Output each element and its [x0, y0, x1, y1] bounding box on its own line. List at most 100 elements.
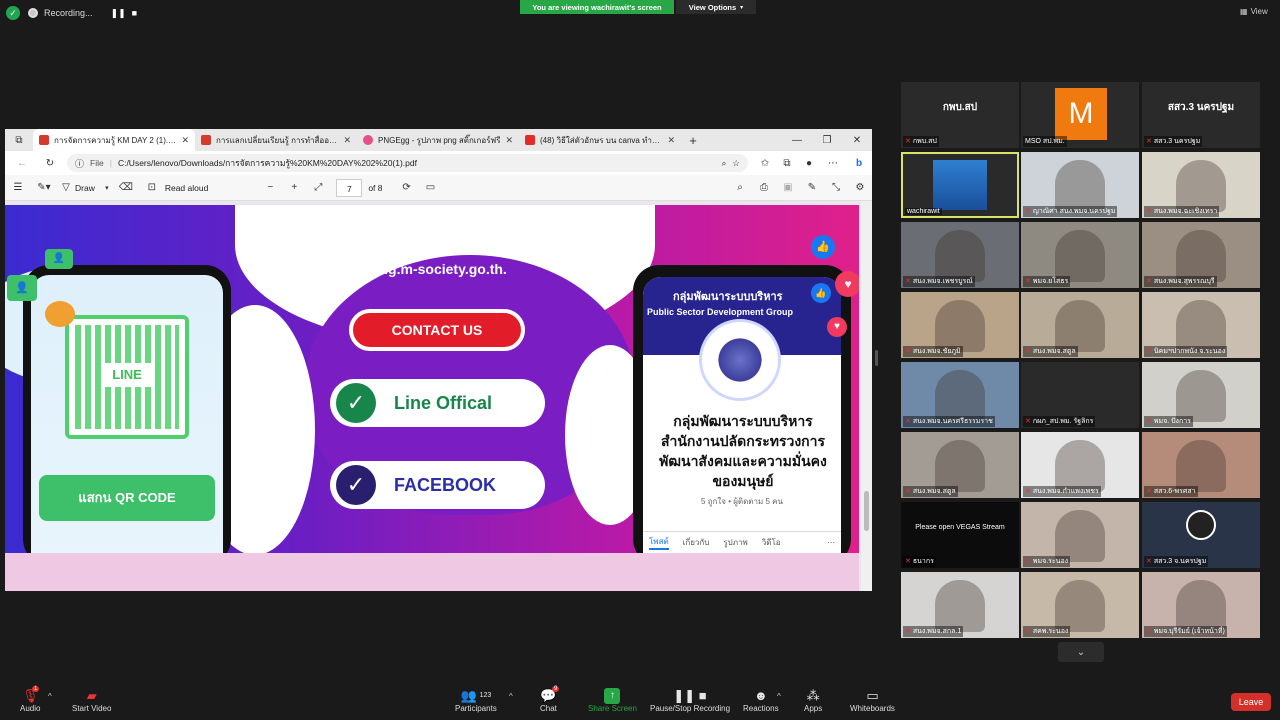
zoom-out-icon[interactable]: − — [258, 182, 282, 193]
close-icon[interactable]: ✕ — [505, 135, 513, 146]
browser-tab-4[interactable]: (48) วิธีใส่ตัวอักษร บน canva ทำยังไง ✕ — [519, 129, 681, 151]
refresh-icon[interactable]: ↻ — [39, 158, 61, 169]
browser-tab-1[interactable]: การจัดการความรู้ KM DAY 2 (1).pdf ✕ — [33, 129, 195, 151]
more-icon[interactable]: ⋯ — [820, 158, 846, 169]
participant-tile[interactable]: ✕ พมจ.บุรีรัมย์ (เจ้าหน้าที่) — [1142, 572, 1260, 638]
participant-tile[interactable]: ✕ สนง.พมจ.ฉะเชิงเทรา — [1142, 152, 1260, 218]
participant-tile[interactable]: ✕ สนง.พมจ.กำแพงเพชร — [1021, 432, 1139, 498]
pdf-viewer[interactable]: กลุ่มพัฒนาระบบบริหาร สป.พม. psdg.m-socie… — [5, 201, 872, 591]
participant-tile[interactable]: ✕ พมจ.ระนอง — [1021, 502, 1139, 568]
fullscreen-icon[interactable]: ⤡ — [824, 182, 848, 193]
browser-tab-3[interactable]: PNGEgg - รูปภาพ png สติ๊กเกอร์ฟรี ✕ — [357, 129, 519, 151]
favorites-icon[interactable]: ✩ — [754, 158, 776, 169]
view-button[interactable]: ▦ View — [1240, 7, 1268, 16]
participant-tile[interactable]: ✕ สนง.พมจ.ชัยภูมิ — [901, 292, 1019, 358]
share-screen-button[interactable]: ↑ Share Screen — [588, 688, 637, 713]
page-number-input[interactable]: 7 — [336, 178, 363, 197]
text-icon[interactable]: ⊡ — [139, 182, 165, 193]
reactions-button[interactable]: ☻ Reactions — [743, 688, 779, 713]
pdf-scrollbar[interactable] — [861, 201, 872, 591]
participant-tile[interactable]: สสว.3 นครปฐม ✕ สสว.3 นครปฐม — [1142, 82, 1260, 148]
favorite-icon[interactable]: ☆ — [732, 158, 740, 169]
muted-mic-icon: ✕ — [905, 418, 911, 425]
participant-tile[interactable]: ✕ ญาณิศา สนง.พมจ.นครปฐม — [1021, 152, 1139, 218]
shield-icon[interactable]: ✓ — [6, 6, 20, 20]
print-icon[interactable]: ⎙ — [752, 182, 776, 193]
participant-tile[interactable]: ✕ สนง.พมจ.สตูล — [1021, 292, 1139, 358]
tab-actions-icon[interactable]: ⧉ — [5, 135, 33, 146]
view-options-button[interactable]: View Options ▾ — [676, 0, 756, 14]
participant-name: ✕ ญาณิศา สนง.พมจ.นครปฐม — [1023, 206, 1118, 217]
participant-tile[interactable]: ✕ สคพ.ระนอง — [1021, 572, 1139, 638]
gallery-more-button[interactable]: ⌄ — [1058, 642, 1104, 662]
participants-button[interactable]: 👥 123 Participants — [455, 688, 497, 713]
leave-button[interactable]: Leave — [1231, 693, 1271, 711]
muted-mic-icon: ✕ — [1146, 208, 1152, 215]
new-tab-icon[interactable]: + — [681, 133, 705, 148]
pause-icon[interactable]: ❚❚ — [111, 8, 126, 19]
save-as-icon[interactable]: ✎ — [800, 182, 824, 193]
read-aloud-label[interactable]: Read aloud — [165, 183, 208, 193]
close-icon[interactable]: ✕ — [343, 135, 351, 146]
audio-button[interactable]: 🎙 1 Audio — [20, 686, 40, 713]
fit-page-icon[interactable]: ⤢ — [306, 182, 330, 193]
close-icon[interactable]: ✕ — [181, 135, 189, 146]
participant-tile[interactable]: กพบ.สป ✕ กพบ.สป — [901, 82, 1019, 148]
stop-icon[interactable]: ■ — [132, 8, 137, 18]
participant-tile[interactable]: Please open VEGAS Stream ✕ ธนากร — [901, 502, 1019, 568]
participant-tile[interactable]: ✕ สนง.พมจ.นครศรีธรรมราช — [901, 362, 1019, 428]
zoom-in-icon[interactable]: + — [282, 182, 306, 193]
start-video-button[interactable]: ▰ Start Video — [72, 688, 111, 713]
maximize-icon[interactable]: ❐ — [812, 135, 842, 146]
draw-icon[interactable]: ▽ — [57, 182, 75, 193]
save-icon[interactable]: ▣ — [776, 182, 800, 193]
chevron-down-icon[interactable]: ▾ — [101, 184, 113, 192]
zoom-icon[interactable]: ⌕ — [722, 158, 727, 169]
collections-icon[interactable]: ⧉ — [776, 158, 798, 169]
highlight-icon[interactable]: ✎▾ — [31, 182, 57, 193]
pause-recording-label: Pause/Stop Recording — [650, 704, 731, 713]
search-icon[interactable]: ⌕ — [728, 182, 752, 193]
chevron-up-icon[interactable]: ^ — [777, 692, 781, 701]
bing-icon[interactable]: b — [846, 158, 872, 169]
participant-tile[interactable]: ✕ สนง.พมจ.สตูล — [901, 432, 1019, 498]
participant-tile[interactable]: ✕ สนง.พมจ.เพชรบูรณ์ — [901, 222, 1019, 288]
split-resize-handle[interactable] — [875, 350, 878, 366]
apps-button[interactable]: ⁂ Apps — [804, 688, 822, 713]
chat-button[interactable]: 💬 9 Chat — [540, 686, 560, 713]
back-icon[interactable]: ← — [5, 158, 39, 169]
participant-tile[interactable]: ✕ พมจ.ยโสธร — [1021, 222, 1139, 288]
rotate-icon[interactable]: ⟳ — [395, 182, 419, 193]
participant-tile[interactable]: wachirawit — [901, 152, 1019, 218]
participant-tile[interactable]: ✕ สสว.6-พรศสา — [1142, 432, 1260, 498]
participant-tile[interactable]: M MSO สป.พม. — [1021, 82, 1139, 148]
participant-name-text: สคพ.ระนอง — [1032, 628, 1069, 635]
facebook-label: FACEBOOK — [394, 475, 497, 495]
url-field[interactable]: ⓘ File | C:/Users/lenovo/Downloads/การจั… — [67, 154, 748, 172]
participant-name-text: สนง.พมจ.สตูล — [912, 488, 956, 495]
participant-tile[interactable]: ✕ สสว.3 จ.นครปฐม — [1142, 502, 1260, 568]
participant-tile[interactable]: ✕ นิคมฯปากพนัง จ.ระนอง — [1142, 292, 1260, 358]
participant-tile[interactable]: ✕ พมจ. ปังการ — [1142, 362, 1260, 428]
settings-icon[interactable]: ⚙ — [848, 182, 872, 193]
pause-recording-button[interactable]: ❚❚ ■ Pause/Stop Recording — [650, 688, 730, 713]
profile-icon[interactable]: ● — [798, 158, 820, 169]
participant-tile[interactable]: ✕ กผภ_สป.พม. รัฐลิกร — [1021, 362, 1139, 428]
draw-label[interactable]: Draw — [75, 183, 95, 193]
chevron-up-icon[interactable]: ^ — [48, 692, 52, 701]
contents-icon[interactable]: ☰ — [5, 182, 31, 193]
chevron-up-icon[interactable]: ^ — [509, 692, 513, 701]
close-icon[interactable]: ✕ — [667, 135, 675, 146]
eraser-icon[interactable]: ⌫ — [113, 182, 139, 193]
whiteboards-button[interactable]: ▭ Whiteboards — [850, 688, 895, 713]
participant-video — [1176, 440, 1226, 492]
scrollbar-thumb[interactable] — [864, 491, 869, 531]
close-window-icon[interactable]: ✕ — [842, 135, 872, 146]
browser-tab-2[interactable]: การแลกเปลี่ยนเรียนรู้ การทำสื่อออนไลน์ ✕ — [195, 129, 357, 151]
shared-screen-browser: ⧉ การจัดการความรู้ KM DAY 2 (1).pdf ✕ กา… — [5, 129, 872, 591]
muted-mic-icon: ✕ — [1025, 208, 1031, 215]
minimize-icon[interactable]: — — [782, 135, 812, 146]
page-view-icon[interactable]: ▭ — [419, 182, 443, 193]
participant-tile[interactable]: ✕ สนง.พมจ.สกล.1 — [901, 572, 1019, 638]
participant-tile[interactable]: ✕ สนง.พมจ.สุพรรณบุรี — [1142, 222, 1260, 288]
